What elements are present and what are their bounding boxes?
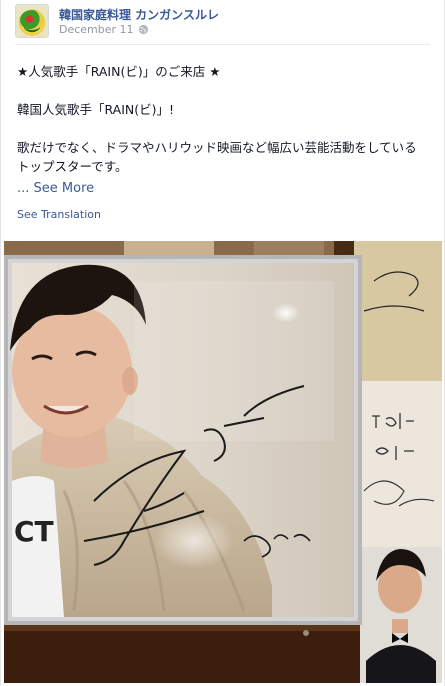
signed-poster-photo: CT xyxy=(4,241,442,683)
message-gap xyxy=(17,119,432,138)
message-line-4: トップスターです。 xyxy=(17,159,128,174)
post-date[interactable]: December 11 xyxy=(59,23,134,36)
svg-text:CT: CT xyxy=(14,515,54,548)
see-translation-link[interactable]: See Translation xyxy=(17,208,101,221)
post-header: 韓国家庭料理 カンガンスルレ December 11 xyxy=(15,4,430,44)
see-more-row: ... See More xyxy=(17,181,94,196)
page-avatar[interactable] xyxy=(15,4,49,38)
post-message: ★人気歌手「RAIN(ビ)」のご来店 ★ 韓国人気歌手「RAIN(ビ)」! 歌だ… xyxy=(17,62,432,176)
ellipsis: ... xyxy=(17,181,30,196)
message-line-3: 歌だけでなく、ドラマやハリウッド映画など幅広い芸能活動をしている xyxy=(17,140,417,155)
page-name-link[interactable]: 韓国家庭料理 カンガンスルレ xyxy=(59,6,219,23)
facebook-post: 韓国家庭料理 カンガンスルレ December 11 ★人気歌手「RAIN(ビ)… xyxy=(0,0,445,686)
see-more-link[interactable]: See More xyxy=(34,181,95,196)
header-divider xyxy=(15,44,430,45)
restaurant-logo-icon xyxy=(20,10,44,30)
post-photo[interactable]: CT xyxy=(4,241,442,683)
message-line-2: 韓国人気歌手「RAIN(ビ)」! xyxy=(17,102,175,117)
message-line-1: ★人気歌手「RAIN(ビ)」のご来店 ★ xyxy=(17,64,221,79)
globe-icon[interactable] xyxy=(138,24,149,35)
message-gap xyxy=(17,81,432,100)
post-meta: December 11 xyxy=(59,23,149,36)
